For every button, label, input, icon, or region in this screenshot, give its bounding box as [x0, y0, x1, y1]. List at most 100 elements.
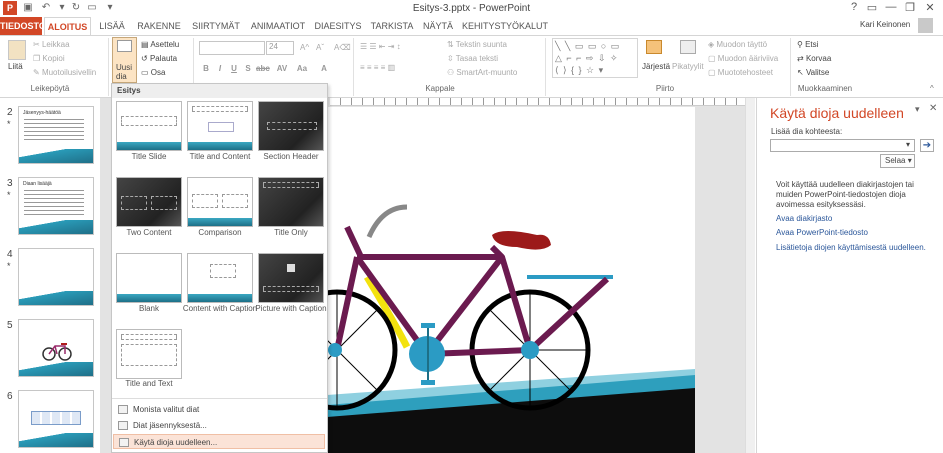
font-name-field[interactable]	[199, 41, 265, 55]
bold-icon[interactable]: B	[200, 63, 212, 75]
tab-insert[interactable]: LISÄÄ	[95, 17, 129, 35]
layout-title-only[interactable]	[258, 177, 324, 227]
pane-description: Voit käyttää uudelleen diakirjastojen ta…	[776, 180, 914, 209]
outline-icon	[118, 421, 128, 430]
thumb-table-icon	[31, 411, 81, 425]
shape-effects-button[interactable]: ▢ Muototehosteet	[708, 68, 773, 77]
tab-view[interactable]: NÄYTÄ	[421, 17, 455, 35]
slide-thumbnail-5[interactable]	[18, 319, 94, 377]
align-text-button[interactable]: ⇳ Tasaa teksti	[447, 54, 498, 63]
layout-caption: Title Only	[274, 228, 308, 237]
shape-fill-button[interactable]: ◈ Muodon täyttö	[708, 40, 767, 49]
chevron-down-icon[interactable]: ▾	[906, 140, 910, 149]
help-icon[interactable]: ?	[845, 1, 863, 13]
layout-button[interactable]: ▤ Asettelu	[141, 40, 179, 49]
collapse-ribbon-icon[interactable]: ^	[930, 84, 934, 93]
cut-button[interactable]: ✂ Leikkaa	[33, 40, 70, 49]
layout-title-and-content[interactable]	[187, 101, 253, 151]
smartart-button[interactable]: ⚇ SmartArt-muunto	[447, 68, 517, 77]
reuse-slides-item[interactable]: Käytä dioja uudelleen...	[113, 434, 325, 449]
select-button[interactable]: ↖ Valitse	[797, 68, 829, 77]
avatar[interactable]	[918, 18, 933, 33]
insert-from-field[interactable]	[770, 139, 915, 152]
layout-blank[interactable]	[116, 253, 182, 303]
restore-icon[interactable]: ❐	[901, 1, 919, 14]
close-icon[interactable]: ✕	[921, 1, 939, 14]
tab-developer[interactable]: KEHITYSTYÖKALUT	[461, 17, 549, 35]
layout-section-header[interactable]	[258, 101, 324, 151]
find-button[interactable]: ⚲ Etsi	[797, 40, 818, 49]
replace-button[interactable]: ⇄ Korvaa	[797, 54, 831, 63]
underline-icon[interactable]: U	[228, 63, 240, 75]
italic-icon[interactable]: I	[214, 63, 226, 75]
change-case-icon[interactable]: Aa	[296, 63, 308, 75]
shrink-font-icon[interactable]: Aˇ	[316, 43, 324, 52]
open-library-link[interactable]: Avaa diakirjasto	[776, 214, 832, 223]
browse-label: Selaa	[885, 156, 906, 165]
tab-slideshow[interactable]: DIAESITYS	[313, 17, 363, 35]
quick-styles-icon	[680, 40, 696, 54]
bullets-icon[interactable]: ☰ ☰ ⇤ ⇥ ↕	[360, 42, 401, 51]
tab-design[interactable]: RAKENNE	[134, 17, 184, 35]
grow-font-icon[interactable]: A^	[300, 43, 309, 52]
pane-close-icon[interactable]: ✕	[929, 103, 937, 114]
smartart-label: SmartArt-muunto	[456, 68, 518, 77]
spacing-icon[interactable]: AV	[276, 63, 288, 75]
strikethrough-icon[interactable]: abc	[256, 63, 270, 75]
shape-outline-label: Muodon ääriviiva	[717, 54, 779, 63]
slide-thumbnail-3[interactable]: Diaan lisääjä	[18, 177, 94, 235]
slide-thumbnail-2[interactable]: Jäsenyys-häätöä	[18, 106, 94, 164]
reset-button[interactable]: ↺ Palauta	[141, 54, 177, 63]
layout-label: Asettelu	[150, 40, 180, 49]
browse-button[interactable]: Selaa ▾	[880, 154, 915, 168]
duplicate-slides-item[interactable]: Monista valitut diat	[113, 402, 325, 417]
animation-star-icon: *	[7, 119, 11, 129]
slide-thumbnail-4[interactable]	[18, 248, 94, 306]
copy-button[interactable]: ❐ Kopioi	[33, 54, 65, 63]
tab-review[interactable]: TARKISTA	[368, 17, 416, 35]
layout-picture-with-caption[interactable]	[258, 253, 324, 303]
layout-title-slide[interactable]	[116, 101, 182, 151]
slide-scrollbar[interactable]	[745, 98, 755, 453]
section-button[interactable]: ▭ Osa	[141, 68, 165, 77]
tab-transitions[interactable]: SIIRTYMÄT	[188, 17, 244, 35]
shape-outline-button[interactable]: ▢ Muodon ääriviiva	[708, 54, 778, 63]
align-icons[interactable]: ≡ ≡ ≡ ≡ ▥	[360, 63, 395, 72]
paste-button[interactable]: Liitä	[8, 62, 23, 71]
quick-styles-button[interactable]: Pikatyylit	[672, 62, 704, 71]
slide-number: 6	[7, 391, 13, 402]
ribbon-display-icon[interactable]: ▭	[863, 1, 881, 14]
layout-content-with-caption[interactable]	[187, 253, 253, 303]
user-name[interactable]: Kari Keinonen	[860, 20, 910, 29]
shapes-gallery[interactable]: ╲ ╲ ▭ ▭ ○ ▭ △ ⌐ ⌐ ⇨ ⇩ ✧ ⟨ ⟩ { } ☆ ▾	[552, 38, 638, 78]
font-size-field[interactable]: 24	[266, 41, 294, 55]
slide-canvas[interactable]	[327, 107, 695, 453]
tab-file[interactable]: TIEDOSTO	[0, 17, 46, 35]
tab-home[interactable]: ALOITUS	[44, 17, 91, 35]
layout-two-content[interactable]	[116, 177, 182, 227]
clear-format-icon[interactable]: A⌫	[334, 43, 351, 52]
format-painter-button[interactable]: ✎ Muotoilusivellin	[33, 68, 96, 77]
layout-caption: Two Content	[126, 228, 172, 237]
slides-from-outline-item[interactable]: Diat jäsennyksestä...	[113, 418, 325, 433]
find-label: Etsi	[805, 40, 819, 49]
text-direction-button[interactable]: ⇅ Tekstin suunta	[447, 40, 507, 49]
font-color-icon[interactable]: A	[318, 63, 330, 75]
shadow-icon[interactable]: S	[242, 63, 254, 75]
paste-icon[interactable]	[8, 40, 26, 60]
learn-more-link[interactable]: Lisätietoja diojen käyttämisestä uudelle…	[776, 243, 926, 252]
picture-placeholder-icon	[287, 264, 295, 272]
layout-placeholder	[208, 122, 234, 132]
layout-placeholder	[192, 106, 248, 112]
open-file-link[interactable]: Avaa PowerPoint-tiedosto	[776, 228, 868, 237]
pane-options-icon[interactable]: ▾	[915, 104, 920, 115]
layout-band	[117, 294, 181, 302]
arrange-button[interactable]: Järjestä	[642, 62, 670, 71]
layout-comparison[interactable]	[187, 177, 253, 227]
tab-animations[interactable]: ANIMAATIOT	[248, 17, 308, 35]
go-arrow-icon[interactable]: ➔	[920, 139, 934, 152]
slide-thumbnail-6[interactable]	[18, 390, 94, 448]
minimize-icon[interactable]: —	[882, 1, 900, 13]
layout-title-and-text[interactable]	[116, 329, 182, 379]
text-direction-label: Tekstin suunta	[455, 40, 507, 49]
